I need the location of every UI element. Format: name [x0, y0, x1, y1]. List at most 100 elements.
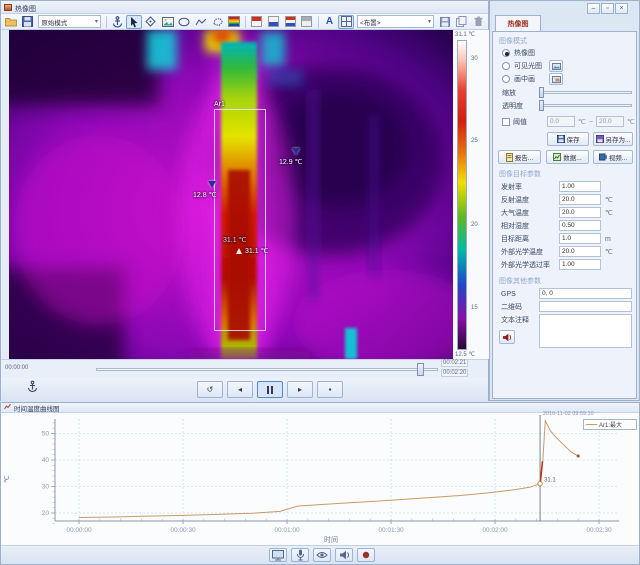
spot-right-value: 12.9 ℃ [279, 159, 303, 166]
palette-button[interactable] [226, 15, 242, 29]
threshold-low-unit: ℃ [578, 119, 586, 126]
microphone-button[interactable] [291, 548, 309, 562]
text-annotation-button[interactable]: A [322, 15, 338, 29]
chart-window-title: 时间温度曲线图 [14, 405, 60, 413]
step-back-button[interactable]: ◂ [227, 381, 253, 398]
param-label-emissivity: 发射率 [501, 184, 522, 191]
param-input-external-optics-transmission[interactable]: 1.00 [559, 259, 601, 270]
spot-left-value: 12.8 ℃ [193, 192, 217, 199]
panel-pin-button[interactable]: – [587, 3, 600, 14]
layout-select[interactable]: <布置> ▾ [356, 15, 435, 28]
copy-layout-button[interactable] [454, 15, 470, 29]
window-icon [4, 4, 12, 11]
svg-text:40: 40 [42, 457, 50, 464]
svg-text:00:00:00: 00:00:00 [66, 527, 92, 534]
step-forward-button[interactable]: ▸ [287, 381, 313, 398]
measurement-area-ar1[interactable] [214, 109, 266, 331]
pip-picker-button[interactable] [549, 73, 563, 85]
param-label-external-optics-transmission: 外部光学透过率 [501, 262, 550, 269]
gps-input[interactable]: 0, 0 [539, 288, 632, 299]
zoom-slider-thumb[interactable] [539, 87, 544, 98]
param-input-relative-humidity[interactable]: 0.50 [559, 220, 601, 231]
polygon-tool-button[interactable] [210, 15, 226, 29]
threshold-range-separator: ~ [589, 119, 594, 126]
video-button[interactable]: 视频... [593, 150, 633, 164]
temperature-chart[interactable]: 20 30 40 50 00:00:00 00:00:30 00:01:00 00:01:30… [1, 413, 639, 546]
open-file-button[interactable] [3, 15, 19, 29]
timeline-thumb[interactable] [417, 363, 424, 376]
param-label-external-optics-temp: 外部光学温度 [501, 249, 543, 256]
svg-text:℃: ℃ [4, 475, 11, 483]
param-input-object-distance[interactable]: 1.0 [559, 233, 601, 244]
radio-picture-in-picture[interactable] [502, 75, 510, 83]
svg-text:50: 50 [42, 431, 50, 438]
pointer-tool-button[interactable] [126, 14, 143, 29]
application-window: 热像图 原始模式 ▾ A <布置> ▾ Ar1 12.8 ℃ 12.9 ℃ 31… [0, 0, 640, 565]
save-layout-button[interactable] [437, 15, 453, 29]
save-button[interactable]: 保存 [547, 132, 589, 146]
save-as-button[interactable]: 另存为... [593, 132, 633, 146]
polyline-tool-button[interactable] [193, 15, 209, 29]
chevron-down-icon: ▾ [94, 19, 98, 25]
qr-code-input[interactable] [539, 301, 632, 312]
timeline-track[interactable] [96, 368, 438, 371]
anchor-tool-button[interactable] [110, 15, 126, 29]
report-button[interactable]: 报告... [498, 150, 541, 164]
timeline-row: 00:00:00 00:02:21 00:02:20 [1, 359, 488, 378]
param-input-atmospheric-temp[interactable]: 20.0 [559, 207, 601, 218]
opacity-label: 透明度 [502, 103, 523, 110]
text-note-input[interactable] [539, 314, 632, 348]
rectangle-tool-button[interactable] [160, 15, 176, 29]
stop-button[interactable]: ▪ [317, 381, 343, 398]
colorbar-tick-30: 30 [471, 56, 478, 62]
svg-text:00:02:30: 00:02:30 [586, 527, 612, 534]
snapshot-button[interactable] [269, 548, 287, 562]
radio-thermal[interactable] [502, 49, 510, 57]
colorbar-tick-25: 25 [471, 138, 478, 144]
tab-thermal-image[interactable]: 热像图 [495, 15, 541, 31]
svg-text:30: 30 [42, 484, 50, 491]
isotherm-interval-button[interactable] [282, 15, 298, 29]
ellipse-tool-button[interactable] [176, 15, 192, 29]
delete-layout-button[interactable] [470, 15, 486, 29]
save-file-button[interactable] [20, 15, 36, 29]
other-params-header: 图像其他参数 [499, 278, 541, 285]
param-input-reflected-temp[interactable]: 20.0 [559, 194, 601, 205]
timeline-end-time-1: 00:02:21 [441, 359, 469, 367]
param-input-external-optics-temp[interactable]: 20.0 [559, 246, 601, 257]
grid-layout-button[interactable] [338, 14, 354, 29]
mode-select[interactable]: 原始模式 ▾ [38, 15, 101, 28]
visible-image-picker-button[interactable] [549, 60, 563, 72]
pause-button[interactable] [257, 381, 283, 398]
thermal-image[interactable]: Ar1 12.8 ℃ 12.9 ℃ 31.1 ℃ 31.1 ℃ [0, 10, 484, 383]
spot-marker-left-icon[interactable] [208, 181, 216, 188]
replay-button[interactable]: ↺ [197, 381, 223, 398]
param-unit: ℃ [605, 197, 613, 204]
panel-restore-button[interactable]: ▫ [601, 3, 614, 14]
isotherm-above-button[interactable] [249, 15, 265, 29]
threshold-high-input[interactable]: 20.0 [596, 116, 624, 127]
data-button[interactable]: 数据... [546, 150, 589, 164]
svg-text:时间: 时间 [324, 535, 338, 544]
param-unit: m [605, 236, 611, 243]
isotherm-off-button[interactable] [299, 15, 315, 29]
radio-visible-light[interactable] [502, 62, 510, 70]
panel-close-button[interactable]: × [615, 3, 628, 14]
threshold-checkbox[interactable] [502, 118, 510, 126]
spot-tool-button[interactable] [143, 15, 159, 29]
opacity-slider-track[interactable] [539, 104, 632, 107]
threshold-low-input[interactable]: 0.0 [547, 116, 575, 127]
param-input-emissivity[interactable]: 1.00 [559, 181, 601, 192]
opacity-slider-thumb[interactable] [539, 100, 544, 111]
svg-text:00:01:00: 00:01:00 [274, 527, 300, 534]
colorbar-max-label: 31.1 ℃ [455, 32, 476, 38]
chart-window: 时间温度曲线图 20 30 40 50 00:00:00 00:00:30 00:01:00… [0, 402, 640, 565]
colorbar-gradient[interactable] [457, 40, 467, 350]
eye-button[interactable] [313, 548, 331, 562]
voice-note-button[interactable] [499, 330, 515, 344]
isotherm-below-button[interactable] [266, 15, 282, 29]
speaker-button[interactable] [335, 548, 353, 562]
zoom-slider-track[interactable] [539, 91, 632, 94]
record-button[interactable] [357, 548, 375, 562]
spot-marker-right-icon[interactable] [292, 148, 300, 155]
